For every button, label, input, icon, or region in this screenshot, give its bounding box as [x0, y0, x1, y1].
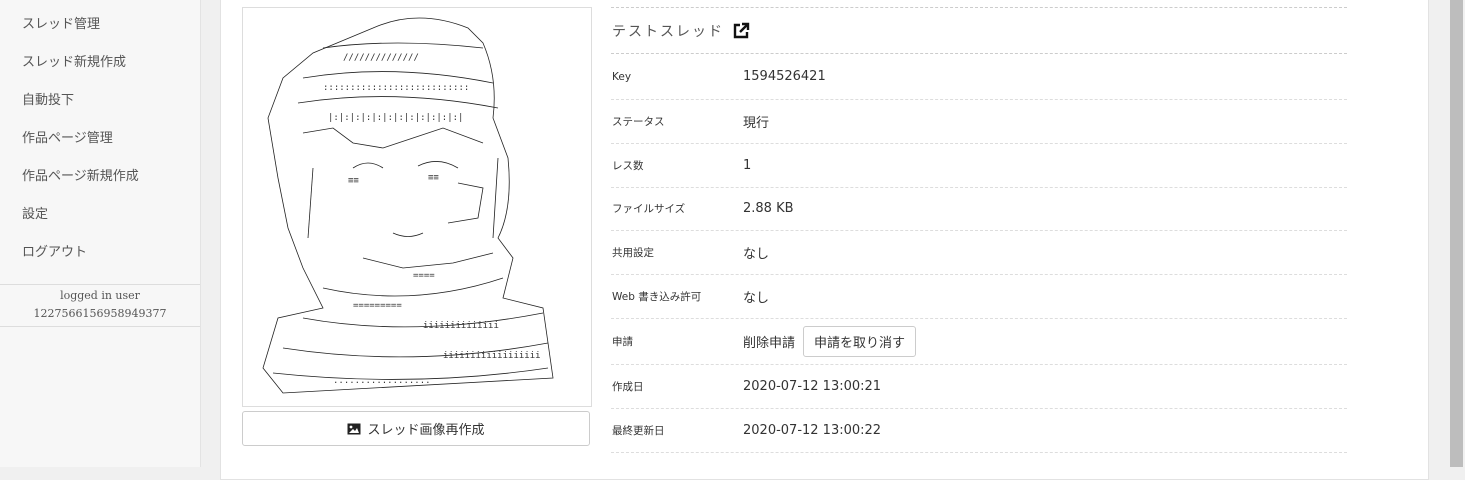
row-label: 作成日 [612, 380, 644, 393]
row-value: 1594526421 [743, 69, 826, 84]
info-row-response-count: レス数 1 [611, 144, 1347, 188]
row-label: 申請 [612, 335, 633, 348]
row-value: 2020-07-12 13:00:21 [743, 378, 882, 394]
info-row-file-size: ファイルサイズ 2.88 KB [611, 188, 1347, 232]
sidebar-item-settings[interactable]: 設定 [0, 196, 200, 234]
row-value: なし [743, 247, 770, 263]
info-row-shared-setting: 共用設定 なし [611, 231, 1347, 276]
row-label: ファイルサイズ [612, 203, 686, 216]
svg-text::::::::::::::::::::::::::::: ::::::::::::::::::::::::::: [323, 83, 469, 93]
request-status: 削除申請 [743, 335, 796, 351]
regenerate-image-label: スレッド画像再作成 [367, 422, 485, 437]
sidebar-item-new-thread[interactable]: スレッド新規作成 [0, 44, 200, 82]
svg-text:=========: ========= [353, 301, 402, 311]
cancel-request-button[interactable]: 申請を取り消す [803, 325, 917, 357]
image-icon [347, 423, 361, 434]
info-row-request: 申請 削除申請 申請を取り消す [611, 319, 1347, 365]
scrollbar-thumb[interactable] [1450, 0, 1463, 467]
row-value: なし [743, 291, 770, 307]
info-row-created: 作成日 2020-07-12 13:00:21 [611, 365, 1347, 409]
thread-image: ////////////// :::::::::::::::::::::::::… [242, 7, 592, 407]
svg-text:≡≡: ≡≡ [428, 173, 439, 183]
row-label: レス数 [612, 159, 644, 172]
row-value: 2.88 KB [743, 201, 794, 217]
page-title: テストスレッド [612, 23, 724, 40]
row-label: Key [612, 70, 632, 83]
scrollbar[interactable] [1450, 0, 1465, 467]
user-id: 1227566156958949377 [33, 307, 167, 320]
row-value: 1 [743, 157, 752, 173]
sidebar-item-thread-management[interactable]: スレッド管理 [0, 6, 200, 44]
user-label: logged in user [60, 289, 140, 302]
svg-text:≡≡: ≡≡ [348, 176, 359, 186]
sidebar-item-work-page-management[interactable]: 作品ページ管理 [0, 120, 200, 158]
thread-title-row: テストスレッド [611, 8, 1347, 54]
sidebar-item-new-work-page[interactable]: 作品ページ新規作成 [0, 158, 200, 196]
row-label: 共用設定 [612, 247, 654, 260]
info-row-updated: 最終更新日 2020-07-12 13:00:22 [611, 409, 1347, 453]
svg-text://////////////: ////////////// [343, 53, 419, 63]
sidebar: スレッド管理 スレッド新規作成 自動投下 作品ページ管理 作品ページ新規作成 設… [0, 0, 201, 467]
svg-text:|:|:|:|:|:|:|:|:|:|:|:|:|: |:|:|:|:|:|:|:|:|:|:|:|:| [328, 113, 463, 123]
ascii-art-illustration: ////////////// :::::::::::::::::::::::::… [262, 17, 554, 394]
sidebar-item-logout[interactable]: ログアウト [0, 234, 200, 272]
row-value: 2020-07-12 13:00:22 [743, 422, 882, 438]
svg-text:iiiiiiiiiiiiiiiiii: iiiiiiiiiiiiiiiiii [443, 351, 541, 361]
row-value: 現行 [743, 115, 770, 131]
info-row-status: ステータス 現行 [611, 100, 1347, 144]
user-info: logged in user 1227566156958949377 [0, 284, 200, 327]
row-label: 最終更新日 [612, 424, 665, 437]
row-label: Web 書き込み許可 [612, 291, 702, 304]
sidebar-nav: スレッド管理 スレッド新規作成 自動投下 作品ページ管理 作品ページ新規作成 設… [0, 6, 200, 272]
sidebar-item-auto-post[interactable]: 自動投下 [0, 82, 200, 120]
svg-text:====: ==== [413, 271, 435, 281]
regenerate-image-button[interactable]: スレッド画像再作成 [242, 411, 590, 446]
info-row-key: Key 1594526421 [611, 54, 1347, 100]
external-link-icon[interactable] [732, 22, 750, 40]
info-row-web-write: Web 書き込み許可 なし [611, 275, 1347, 319]
row-label: ステータス [612, 115, 665, 128]
svg-text:iiiiiiiiiiiiii: iiiiiiiiiiiiii [423, 321, 499, 331]
thread-info: テストスレッド Key 1594526421 ステータス 現行 レス数 1 ファ… [611, 7, 1347, 453]
svg-text:..................: .................. [333, 376, 431, 386]
